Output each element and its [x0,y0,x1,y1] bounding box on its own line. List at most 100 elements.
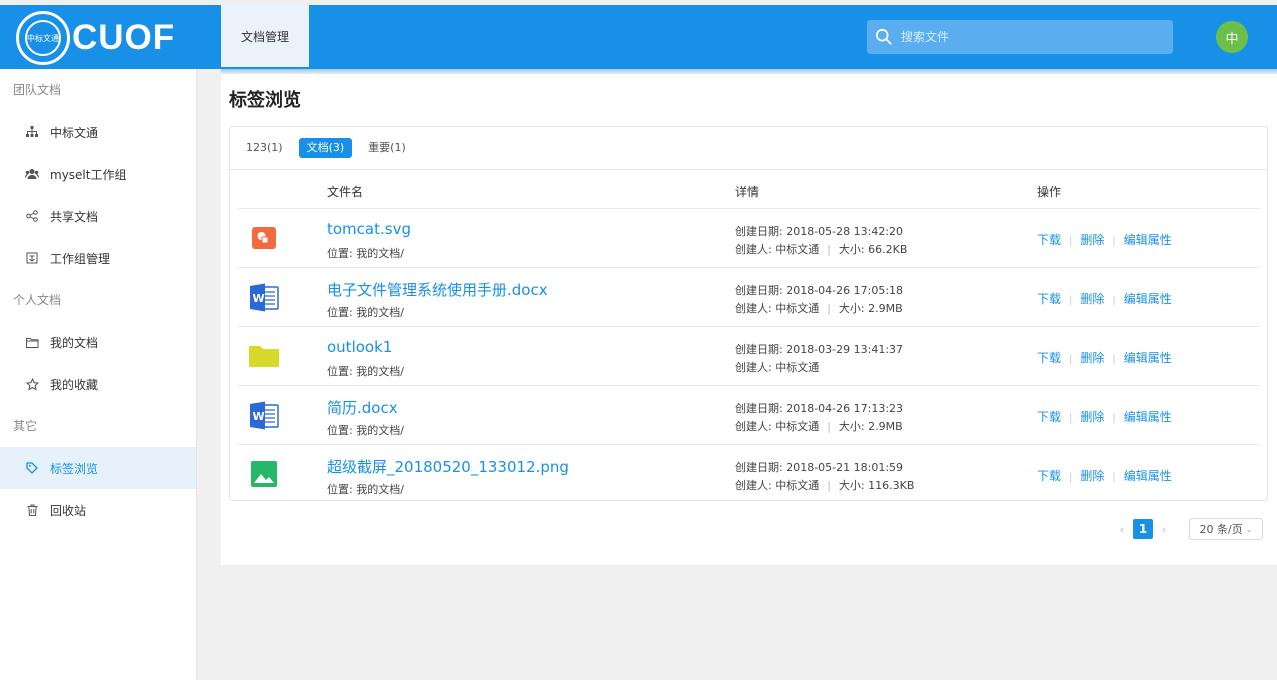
separator: | [1069,354,1073,365]
sidebar-item-zhongbiao[interactable]: 中标文通 [0,111,196,153]
download-link[interactable]: 下载 [1037,292,1061,306]
sidebar-item-recycle[interactable]: 回收站 [0,489,196,531]
file-creator-size: 创建人: 中标文通 [735,359,819,375]
search-input[interactable] [901,30,1161,44]
row-actions: 下载 | 删除 | 编辑属性 [1037,467,1172,484]
org-chart-icon [25,125,39,139]
main-content: 标签浏览 123(1) 文档(3) 重要(1) 文件名 详情 操作 tomcat… [221,74,1277,565]
image-file-icon [248,459,280,489]
tag-documents[interactable]: 文档(3) [298,138,353,158]
manage-icon [25,251,39,265]
separator: | [1112,295,1116,306]
nav-tab-document-management[interactable]: 文档管理 [221,5,309,69]
tag-important[interactable]: 重要(1) [360,138,414,158]
top-header: 中标文通 CUOF 文档管理 中 [0,5,1277,69]
file-creator: 创建人: 中标文通 [735,302,820,315]
next-page-button[interactable]: › [1153,523,1175,536]
file-creator-size: 创建人: 中标文通 | 大小: 2.9MB [735,300,903,316]
pagination: ‹ 1 › 20 条/页 ⌄ [1111,518,1263,540]
logo-emblem: 中标文通 [16,11,70,65]
svg-text:W: W [253,410,265,423]
file-size: 大小: 66.2KB [838,243,908,256]
table-row: W 简历.docx 位置: 我的文档/ 创建日期: 2018-04-26 17:… [238,386,1260,445]
search-icon [875,28,892,45]
file-created: 创建日期: 2018-03-29 13:41:37 [735,343,904,356]
delete-link[interactable]: 删除 [1080,469,1104,483]
column-header-ops: 操作 [1037,185,1062,199]
file-created: 创建日期: 2018-04-26 17:05:18 [735,284,904,297]
edit-properties-link[interactable]: 编辑属性 [1124,292,1172,306]
logo-text: CUOF [72,18,176,57]
tag-123[interactable]: 123(1) [238,138,291,158]
sidebar-group-personal: 个人文档 [13,293,62,307]
download-link[interactable]: 下载 [1037,469,1061,483]
sidebar: 团队文档 中标文通 myselt工作组 共享文档 工作组管理 个人文档 我的文档… [0,69,197,680]
sidebar-item-favorites[interactable]: 我的收藏 [0,363,196,405]
folder-icon [25,335,39,349]
table-row: W 电子文件管理系统使用手册.docx 位置: 我的文档/ 创建日期: 2018… [238,268,1260,327]
tag-bar: 123(1) 文档(3) 重要(1) [230,127,1267,170]
file-location: 位置: 我的文档/ [327,424,404,437]
svg-file-icon [248,223,280,253]
delete-link[interactable]: 删除 [1080,410,1104,424]
file-name-link[interactable]: outlook1 [327,338,392,356]
avatar[interactable]: 中 [1216,21,1248,53]
file-creator-size: 创建人: 中标文通 | 大小: 2.9MB [735,418,903,434]
file-creator: 创建人: 中标文通 [735,479,820,492]
file-name-link[interactable]: tomcat.svg [327,220,411,238]
table-row: tomcat.svg 位置: 我的文档/ 创建日期: 2018-05-28 13… [238,209,1260,268]
edit-properties-link[interactable]: 编辑属性 [1124,351,1172,365]
file-location: 位置: 我的文档/ [327,247,404,260]
trash-icon [25,503,39,517]
separator: | [1112,413,1116,424]
file-created: 创建日期: 2018-05-28 13:42:20 [735,225,904,238]
row-actions: 下载 | 删除 | 编辑属性 [1037,349,1172,366]
file-name-link[interactable]: 超级截屏_20180520_133012.png [327,456,569,477]
file-size: 大小: 2.9MB [838,302,903,315]
file-creator-size: 创建人: 中标文通 | 大小: 116.3KB [735,477,914,493]
table-row: outlook1 位置: 我的文档/ 创建日期: 2018-03-29 13:4… [238,327,1260,386]
separator: | [1112,354,1116,365]
column-header-detail: 详情 [735,185,760,199]
logo[interactable]: 中标文通 CUOF [16,11,175,65]
sidebar-group-team: 团队文档 [13,83,62,97]
row-actions: 下载 | 删除 | 编辑属性 [1037,408,1172,425]
sidebar-item-workgroup[interactable]: myselt工作组 [0,153,196,195]
download-link[interactable]: 下载 [1037,233,1061,247]
separator: | [1112,472,1116,483]
download-link[interactable]: 下载 [1037,410,1061,424]
star-icon [25,377,39,391]
file-name-link[interactable]: 简历.docx [327,397,398,418]
sidebar-item-label: 标签浏览 [50,461,99,476]
page-size-select[interactable]: 20 条/页 ⌄ [1189,518,1263,540]
word-file-icon: W [248,282,280,312]
file-creator-size: 创建人: 中标文通 | 大小: 66.2KB [735,241,907,257]
file-creator: 创建人: 中标文通 [735,243,820,256]
separator: | [827,479,831,492]
sidebar-item-tag-browse[interactable]: 标签浏览 [0,447,196,489]
delete-link[interactable]: 删除 [1080,351,1104,365]
prev-page-button[interactable]: ‹ [1111,523,1133,536]
sidebar-item-my-docs[interactable]: 我的文档 [0,321,196,363]
chevron-down-icon: ⌄ [1245,524,1253,534]
edit-properties-link[interactable]: 编辑属性 [1124,469,1172,483]
file-creator: 创建人: 中标文通 [735,361,820,374]
sidebar-item-workgroup-manage[interactable]: 工作组管理 [0,237,196,279]
download-link[interactable]: 下载 [1037,351,1061,365]
delete-link[interactable]: 删除 [1080,233,1104,247]
file-creator: 创建人: 中标文通 [735,420,820,433]
file-location: 位置: 我的文档/ [327,483,404,496]
sidebar-item-label: 回收站 [50,503,87,518]
page-number-current[interactable]: 1 [1133,519,1153,539]
search-box[interactable] [867,20,1173,54]
separator: | [1069,472,1073,483]
file-card: 123(1) 文档(3) 重要(1) 文件名 详情 操作 tomcat.svg … [229,126,1268,501]
sidebar-item-shared[interactable]: 共享文档 [0,195,196,237]
edit-properties-link[interactable]: 编辑属性 [1124,233,1172,247]
svg-text:W: W [253,292,265,305]
file-name-link[interactable]: 电子文件管理系统使用手册.docx [327,279,548,300]
delete-link[interactable]: 删除 [1080,292,1104,306]
separator: | [1069,295,1073,306]
column-header-name: 文件名 [327,185,364,199]
edit-properties-link[interactable]: 编辑属性 [1124,410,1172,424]
